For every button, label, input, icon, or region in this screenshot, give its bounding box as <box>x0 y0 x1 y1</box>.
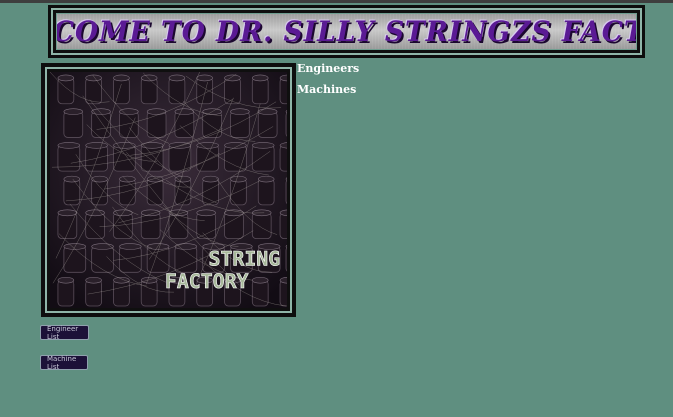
image-overlay-line1: STRING <box>209 247 281 270</box>
side-links: Engineers Machines <box>297 62 359 97</box>
banner-border: WELCOME TO DR. SILLY STRINGZS FACTORY <box>51 8 642 55</box>
engineer-list-button[interactable]: Engineer List <box>40 325 89 341</box>
browser-top-strip <box>0 0 673 3</box>
banner-title: WELCOME TO DR. SILLY STRINGZS FACTORY <box>56 15 636 48</box>
factory-image-border: STRING FACTORY <box>45 67 292 313</box>
machines-link[interactable]: Machines <box>297 83 359 97</box>
string-factory-image: STRING FACTORY <box>50 72 287 308</box>
welcome-banner: WELCOME TO DR. SILLY STRINGZS FACTORY <box>48 5 645 58</box>
machine-list-button[interactable]: Machine List <box>40 355 88 371</box>
engineers-link[interactable]: Engineers <box>297 62 359 76</box>
banner-panel: WELCOME TO DR. SILLY STRINGZS FACTORY <box>56 13 637 50</box>
image-overlay-line2: FACTORY <box>165 270 249 293</box>
factory-image-frame: STRING FACTORY <box>41 63 296 317</box>
